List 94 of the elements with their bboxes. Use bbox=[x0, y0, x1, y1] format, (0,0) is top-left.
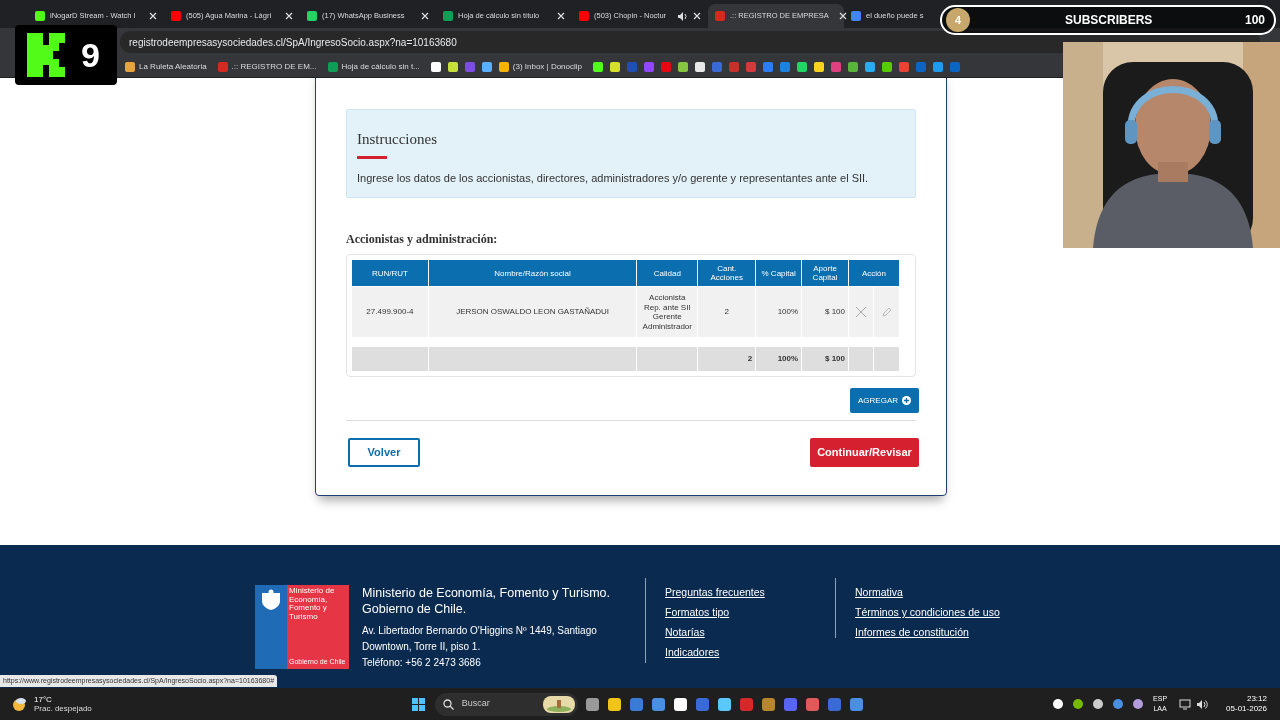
bookmark-icon[interactable] bbox=[882, 61, 892, 72]
search-highlight-drawing bbox=[542, 695, 575, 713]
clock-date[interactable]: 05-01-2026 bbox=[1226, 704, 1267, 714]
taskbar-app-icon[interactable] bbox=[607, 697, 621, 711]
column-header: Calidad bbox=[637, 260, 698, 286]
taskbar-search-field[interactable]: Buscar bbox=[434, 692, 578, 716]
favicon-icon bbox=[217, 61, 228, 72]
footer-link[interactable]: Notarías bbox=[665, 625, 835, 640]
heading-underline bbox=[357, 155, 387, 159]
footer-link[interactable]: Términos y condiciones de uso bbox=[855, 605, 1000, 620]
bookmark-item[interactable]: Hoja de cálculo sin t... bbox=[327, 60, 420, 73]
tray-icon[interactable] bbox=[1133, 699, 1144, 709]
favicon-icon bbox=[851, 11, 861, 21]
bookmark-icon[interactable] bbox=[430, 61, 441, 72]
close-icon[interactable] bbox=[149, 12, 157, 20]
close-icon[interactable] bbox=[285, 12, 293, 20]
bookmark-icon[interactable] bbox=[610, 61, 620, 72]
table-cell: $ 100 bbox=[802, 287, 849, 337]
plus-circle-icon bbox=[902, 396, 911, 405]
taskbar-app-icon[interactable] bbox=[585, 697, 599, 711]
bookmark-item[interactable]: (3) Inbox | Donoclip bbox=[498, 60, 582, 73]
subscriber-label: SUBSCRIBERS bbox=[1065, 12, 1153, 29]
tray-icon[interactable] bbox=[1073, 699, 1084, 709]
bookmark-icon[interactable] bbox=[695, 61, 705, 72]
table-cell: 2 bbox=[698, 287, 756, 337]
favicon-icon bbox=[171, 11, 181, 21]
url-text: registrodeempresasysociedades.cl/SpA/IngresoSocio.aspx?na=10163680 bbox=[129, 35, 457, 50]
column-header: Nombre/Razón social bbox=[428, 260, 637, 286]
logo-text: Ministerio de Economía, Fomento y Turismo bbox=[289, 587, 336, 621]
column-header: Cant. Acciones bbox=[698, 260, 756, 286]
subscriber-goal: 100 bbox=[1244, 12, 1265, 29]
bookmark-icon[interactable] bbox=[593, 61, 603, 72]
taskbar-app-icon[interactable] bbox=[673, 697, 687, 711]
column-header: Aporte Capital bbox=[802, 260, 849, 286]
total-cell: 100% bbox=[756, 347, 802, 371]
bookmark-label: La Ruleta Aleatoria bbox=[139, 60, 207, 73]
windows-start-icon[interactable] bbox=[411, 697, 425, 711]
weather-icon bbox=[11, 696, 29, 712]
back-button[interactable]: Volver bbox=[348, 438, 420, 467]
table-cell: JERSON OSWALDO LEON GASTAÑADUI bbox=[428, 287, 637, 337]
footer-link[interactable]: Formatos tipo bbox=[665, 605, 835, 620]
bookmark-icon[interactable] bbox=[481, 61, 492, 72]
address-bar[interactable]: registrodeempresasysociedades.cl/SpA/IngresoSocio.aspx?na=10163680 bbox=[120, 31, 1260, 53]
close-icon[interactable] bbox=[838, 12, 847, 20]
tray-icon[interactable] bbox=[1093, 699, 1104, 709]
favicon-icon bbox=[579, 11, 589, 21]
bookmark-label: (3) Inbox | Donoclip bbox=[512, 60, 582, 73]
network-icon[interactable] bbox=[1179, 698, 1192, 710]
column-header: % Capital bbox=[756, 260, 802, 286]
taskbar-app-icon[interactable] bbox=[717, 697, 731, 711]
bookmark-icon[interactable] bbox=[797, 61, 807, 72]
speaker-icon[interactable] bbox=[1196, 698, 1209, 710]
favicon-icon bbox=[715, 11, 725, 21]
footer-link[interactable]: Normativa bbox=[855, 585, 1000, 600]
favicon-icon bbox=[35, 11, 45, 21]
address-line: Av. Libertador Bernardo O'Higgins Nº 1449, Santiago bbox=[362, 624, 598, 638]
close-icon[interactable] bbox=[421, 12, 429, 20]
address-line: Downtown, Torre II, piso 1. bbox=[362, 640, 482, 654]
favicon-icon bbox=[498, 61, 509, 72]
instructions-heading: Instrucciones bbox=[357, 130, 438, 149]
favicon-icon bbox=[327, 61, 338, 72]
footer-link[interactable]: Preguntas frecuentes bbox=[665, 585, 835, 600]
bookmark-icon[interactable] bbox=[678, 61, 688, 72]
weather-text: Prac. despejado bbox=[34, 704, 92, 713]
footer-link[interactable]: Informes de constitución bbox=[855, 625, 1000, 640]
bookmark-label: Hoja de cálculo sin t... bbox=[341, 60, 420, 73]
search-placeholder: Buscar bbox=[461, 697, 490, 711]
favicon-icon bbox=[125, 61, 135, 72]
close-icon[interactable] bbox=[557, 12, 565, 20]
bookmark-icon[interactable] bbox=[814, 61, 824, 72]
tray-icon[interactable] bbox=[1053, 699, 1064, 709]
logo-number: 9 bbox=[81, 34, 100, 76]
search-icon bbox=[442, 698, 454, 710]
total-cell: $ 100 bbox=[802, 347, 849, 371]
favicon-icon bbox=[307, 11, 317, 21]
column-header: RUN/RUT bbox=[352, 260, 428, 286]
total-cell: 2 bbox=[698, 347, 756, 371]
bookmark-item[interactable]: La Ruleta Aleatoria bbox=[125, 60, 207, 73]
clock-time[interactable]: 23:12 bbox=[1246, 694, 1267, 704]
instructions-text: Ingrese los datos de los accionistas, directores, administradores y/o gerente y representantes ante el SII. bbox=[357, 170, 870, 186]
address-line: Teléfono: +56 2 2473 3686 bbox=[362, 656, 482, 670]
table-cell: 100% bbox=[756, 287, 802, 337]
column-header: Acción bbox=[849, 260, 899, 286]
close-icon[interactable] bbox=[693, 12, 701, 20]
table-cell: 27.499.900-4 bbox=[352, 287, 428, 337]
footer-title: Ministerio de Economía, Fomento y Turismo. Gobierno de Chile. bbox=[362, 585, 611, 617]
continue-button[interactable]: Continuar/Revisar bbox=[810, 438, 919, 467]
temperature-text: 17°C bbox=[34, 695, 53, 704]
section-heading: Accionistas y administración: bbox=[346, 231, 499, 248]
bookmark-icon[interactable] bbox=[447, 61, 458, 72]
favicon-icon bbox=[443, 11, 453, 21]
table-cell: Accionista Rep. ante SII Gerente Administrador bbox=[637, 287, 698, 337]
footer-link[interactable]: Indicadores bbox=[665, 645, 835, 660]
add-button[interactable]: AGREGAR bbox=[850, 388, 919, 413]
